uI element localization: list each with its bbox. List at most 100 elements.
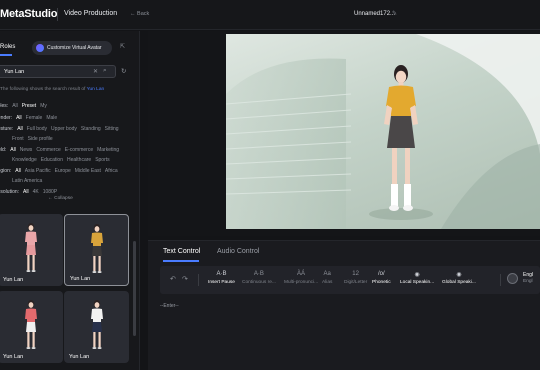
avatar-thumbnail xyxy=(24,223,37,272)
voice-avatar-icon[interactable] xyxy=(507,273,518,284)
filter-label: Region: xyxy=(0,168,12,174)
filter-option[interactable]: Africa xyxy=(105,168,118,174)
filter-option[interactable]: Full body xyxy=(27,126,47,132)
filter-option[interactable]: E-commerce xyxy=(65,147,93,153)
filter-option[interactable]: All xyxy=(12,103,18,109)
filter-option[interactable]: All xyxy=(15,168,21,174)
tab-roles[interactable]: Roles xyxy=(0,44,15,50)
filter-option[interactable]: Male xyxy=(46,115,57,121)
undo-icon[interactable]: ↶ xyxy=(170,275,176,283)
toolbar-tool[interactable]: ◉ Local Speakin... xyxy=(400,271,434,285)
toolbar-divider xyxy=(500,274,501,286)
search-value: Yun Lan xyxy=(4,69,25,75)
search-icon[interactable]: ⌕ xyxy=(103,67,107,75)
filter-option[interactable]: Side profile xyxy=(28,136,53,142)
result-term: Yun Lan xyxy=(86,87,105,92)
text-toolbar: ↶ ↷ A·B Insert Pause A·B Continuous re... ÀÁ… xyxy=(160,266,540,294)
filter-option[interactable]: Healthcare xyxy=(67,157,91,163)
filter-option[interactable]: All xyxy=(10,147,16,153)
toolbar-tool[interactable]: A·B Continuous re... xyxy=(242,271,276,285)
filter-option[interactable]: Upper body xyxy=(51,126,77,132)
filter-option[interactable]: Education xyxy=(41,157,63,163)
toolbar-tool[interactable]: Aa Alias xyxy=(322,271,332,285)
collapse-button[interactable]: ← Collapse xyxy=(48,196,73,201)
tab-text-indicator xyxy=(163,260,199,262)
refresh-icon[interactable]: ↻ xyxy=(121,67,126,75)
avatar-card-name: Yun Lan xyxy=(70,276,91,282)
clear-icon[interactable]: ✕ xyxy=(93,68,98,75)
toolbar-tool[interactable]: /o/Phonetic xyxy=(372,271,391,285)
filter-option[interactable]: Marketing xyxy=(97,147,119,153)
filter-option[interactable]: Front xyxy=(12,136,24,142)
filter-option[interactable]: Europe xyxy=(55,168,71,174)
toolbar-tool[interactable]: ◉ Global Speaki... xyxy=(442,271,476,285)
filter-option[interactable]: All xyxy=(16,115,22,121)
filter-option[interactable]: Female xyxy=(26,115,43,121)
search-result-text: The following shows the search result of… xyxy=(0,87,104,92)
filter-option[interactable]: All xyxy=(23,189,29,195)
avatar-card[interactable]: Yun Lan xyxy=(64,214,129,286)
control-panel: Text Control Audio Control ↶ ↷ A·B Insert… xyxy=(148,240,540,370)
toolbar-tool[interactable]: ÀÁ Multi-pronunci... xyxy=(284,271,318,285)
avatar-card-name: Yun Lan xyxy=(3,277,24,283)
filter-row: Latin America xyxy=(12,178,46,184)
toolbar-tool[interactable]: 12 Digit/Letter xyxy=(344,271,367,285)
pencil-icon[interactable]: ✎ xyxy=(392,10,397,17)
language-primary[interactable]: Engl xyxy=(523,272,533,278)
filter-option[interactable]: News xyxy=(20,147,33,153)
filter-option[interactable]: Latin America xyxy=(12,178,42,184)
script-editor[interactable]: --Enter-- xyxy=(160,303,179,309)
toolbar-tool[interactable]: A·B Insert Pause xyxy=(208,271,235,285)
header-divider xyxy=(57,8,58,21)
filter-option[interactable]: Commerce xyxy=(36,147,60,153)
preview-avatar xyxy=(384,65,418,211)
filter-option[interactable]: Asia Pacific xyxy=(25,168,51,174)
tab-audio-control[interactable]: Audio Control xyxy=(217,248,259,255)
redo-icon[interactable]: ↷ xyxy=(182,275,188,283)
tool-icon: 12 xyxy=(352,271,359,277)
search-input[interactable]: Yun Lan ✕ ⌕ xyxy=(0,65,116,78)
avatar-card[interactable]: Yun Lan xyxy=(0,291,63,363)
filter-label: Field: xyxy=(0,147,7,153)
filter-option[interactable]: Preset xyxy=(22,103,36,109)
avatar-thumbnail xyxy=(90,224,103,273)
customize-avatar-button[interactable]: Customize Virtual Avatar xyxy=(32,41,112,55)
tool-icon: A·B xyxy=(253,271,264,277)
product-title: Video Production xyxy=(64,10,118,17)
result-prefix: The following shows the search result of xyxy=(0,87,86,92)
tool-label: Digit/Letter xyxy=(344,280,368,285)
tool-icon: A·B xyxy=(216,271,227,277)
tab-text-control[interactable]: Text Control xyxy=(163,248,200,255)
filter-option[interactable]: 1080P xyxy=(43,189,57,195)
customize-avatar-label: Customize Virtual Avatar xyxy=(47,45,102,51)
tool-label: Global Speaki... xyxy=(442,280,476,285)
filter-option[interactable]: All xyxy=(17,126,23,132)
project-title[interactable]: Unnamed172... xyxy=(354,11,395,17)
tool-label: Continuous re... xyxy=(242,280,276,285)
filter-row: Gesture:All Full body Upper body Standing Si… xyxy=(0,126,123,132)
filter-option[interactable]: 4K xyxy=(33,189,39,195)
scrollbar[interactable] xyxy=(133,241,136,336)
avatar-card[interactable]: Yun Lan xyxy=(64,291,129,363)
filter-row: Field:All NewsCommerce E-commerce Marketing xyxy=(0,147,123,153)
avatar-card-name: Yun Lan xyxy=(3,354,24,360)
tool-label: Insert Pause xyxy=(208,280,235,285)
back-button[interactable]: ← Back xyxy=(130,11,149,17)
tool-label: Phonetic xyxy=(372,280,391,285)
tool-label: Local Speakin... xyxy=(400,280,435,285)
tab-roles-indicator xyxy=(0,54,12,56)
filter-option[interactable]: My xyxy=(40,103,47,109)
filter-option[interactable]: Middle East xyxy=(75,168,101,174)
filter-label: Gender: xyxy=(0,115,13,121)
avatar-badge-icon xyxy=(36,44,44,52)
filter-option[interactable]: Sitting xyxy=(105,126,119,132)
avatar-card[interactable]: Yun Lan xyxy=(0,214,63,286)
filter-option[interactable]: Standing xyxy=(81,126,101,132)
top-bar: MetaStudio Video Production ← Back Unnam… xyxy=(0,0,540,30)
filter-option[interactable]: Sports xyxy=(95,157,109,163)
tool-icon: /o/ xyxy=(378,271,385,277)
filter-label: Roles: xyxy=(0,103,9,109)
export-icon[interactable]: ⇱ xyxy=(120,43,125,50)
filter-option[interactable]: Knowledge xyxy=(12,157,37,163)
filter-label: Resolution: xyxy=(0,189,20,195)
